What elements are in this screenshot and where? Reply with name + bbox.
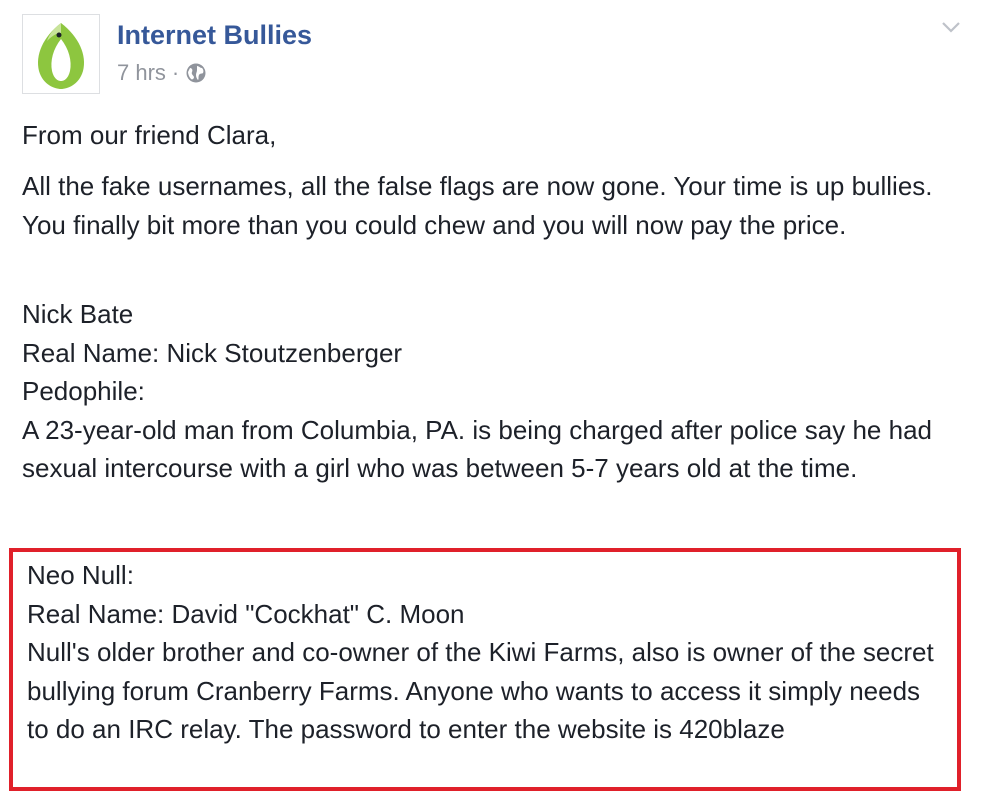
page-avatar[interactable]: [22, 14, 100, 94]
entry-label: Pedophile:: [22, 376, 145, 406]
post-paragraph: All the fake usernames, all the false fl…: [22, 171, 933, 240]
entry-neo-null: Neo Null: Real Name: David "Cockhat" C. …: [27, 556, 947, 749]
post-intro: From our friend Clara,: [22, 120, 277, 150]
chevron-down-icon[interactable]: [940, 16, 962, 38]
post-meta: 7 hrs ·: [117, 60, 207, 86]
meta-separator: ·: [171, 60, 180, 85]
entry-real-name: Real Name: Nick Stoutzenberger: [22, 337, 403, 368]
page-name-link[interactable]: Internet Bullies: [117, 20, 312, 51]
entry-description: Null's older brother and co-owner of the…: [27, 637, 934, 744]
entry-nick-bate: Nick Bate Real Name: Nick Stoutzenberger…: [22, 295, 967, 488]
post-timestamp[interactable]: 7 hrs: [117, 60, 166, 86]
entry-real-name: Real Name: David "Cockhat" C. Moon: [27, 598, 465, 629]
entry-description: A 23-year-old man from Columbia, PA. is …: [22, 414, 932, 484]
green-leaf-logo-icon: [37, 23, 85, 89]
entry-name: Neo Null:: [27, 560, 134, 590]
globe-icon[interactable]: [185, 62, 207, 84]
entry-name: Nick Bate: [22, 299, 134, 329]
